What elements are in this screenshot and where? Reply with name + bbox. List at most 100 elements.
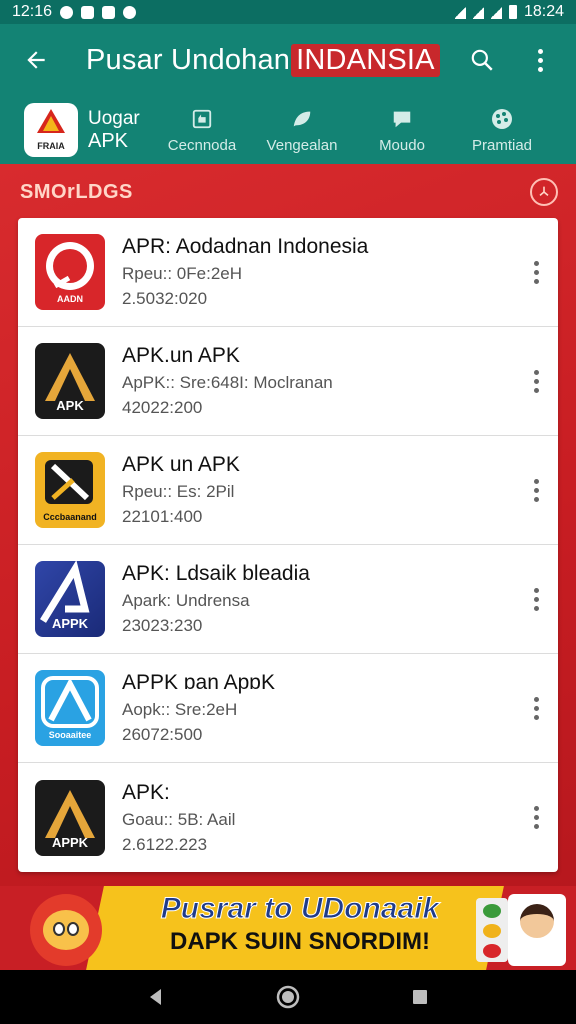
battery-icon — [508, 5, 517, 19]
more-vertical-icon — [533, 696, 539, 720]
palette-icon — [490, 107, 514, 131]
status-time-left: 12:16 — [12, 3, 53, 20]
page-title: Pusar Undohan INDANSIA — [86, 43, 440, 77]
brand-name: Uogar APK — [88, 108, 140, 152]
nav-home-button[interactable] — [266, 975, 310, 1019]
category-tab-pramtiad[interactable]: Pramtiad — [452, 107, 552, 154]
title-main: Pusar Undohan — [86, 43, 291, 76]
banner-headline: Pusrar to UDonaaik — [160, 892, 440, 926]
nav-recents-button[interactable] — [398, 975, 442, 1019]
banner-subline: DAPK SUIN SNORDIM! — [169, 928, 430, 955]
triangle-back-icon — [150, 989, 161, 1005]
app-icon: Cccbaanand — [35, 452, 105, 528]
back-button[interactable] — [14, 38, 58, 82]
list-item[interactable]: APPK APK: Ldsaik bleadia Apark: Undrensa… — [18, 545, 558, 654]
search-icon — [471, 49, 493, 71]
more-vertical-icon — [537, 48, 543, 72]
app-icon-caption: APPK — [51, 834, 89, 850]
app-meta: 42022:200 — [122, 398, 203, 417]
app-subtitle: Rpeu:: Es: 2Pil — [122, 482, 235, 501]
app-icon-caption: APK — [56, 398, 84, 413]
list-item[interactable]: Sooaaitee APPK ɒan ApɒK Aopk:: Sre:2eH 2… — [18, 654, 558, 763]
signal-icon — [472, 5, 484, 19]
app-subtitle: Rpeu:: 0Fe:2eH — [122, 264, 243, 283]
app-icon-caption: Cccbaanand — [43, 512, 97, 522]
more-vertical-icon — [533, 587, 539, 611]
brand-line2: APK — [88, 130, 129, 152]
brand-logo-text: FRAIA — [37, 141, 65, 151]
more-vertical-icon — [533, 369, 539, 393]
app-meta: 23023:230 — [122, 616, 203, 635]
app-title: APPK ɒan ApɒK — [122, 671, 275, 694]
wifi-icon — [454, 5, 466, 19]
app-icon: APPK — [35, 561, 105, 637]
settings-icon — [123, 5, 137, 19]
section-header: SMOrLDGS — [0, 164, 576, 220]
more-vertical-icon — [533, 478, 539, 502]
item-menu-button[interactable] — [526, 254, 546, 290]
app-title: APK: Ldsaik bleadia — [122, 562, 310, 585]
list-item[interactable]: AADN APR: Aodadnan Indonesia Rpeu:: 0Fe:… — [18, 218, 558, 327]
compass-icon — [539, 186, 549, 196]
app-icon-caption: APPK — [51, 616, 89, 631]
app-icon-caption: AADN — [57, 294, 83, 304]
category-label: Cecnnoda — [167, 136, 237, 154]
app-meta: 26072:500 — [122, 725, 203, 744]
section-title: SMOrLDGS — [20, 180, 133, 203]
app-title: APK: — [122, 780, 170, 804]
item-menu-button[interactable] — [526, 472, 546, 508]
app-icon-caption: Sooaaitee — [48, 730, 92, 740]
section-action-button[interactable] — [530, 178, 558, 206]
home-circle-icon — [276, 985, 300, 1009]
list-item[interactable]: Cccbaanand APK un APK Rpeu:: Es: 2Pil 22… — [18, 436, 558, 545]
app-bar: Pusar Undohan INDANSIA FRAIA Uogar APK Ce… — [0, 24, 576, 164]
app-meta: 2.6122.223 — [122, 834, 208, 854]
fruit-illustration — [476, 898, 508, 962]
app-icon: APPK — [35, 779, 105, 856]
app-subtitle: ApPK:: Sre:648I: Moclranan — [122, 373, 333, 392]
brand-line1: Uogar — [88, 108, 140, 129]
list-item[interactable]: APPK APK: Goau:: 5B: Aail 2.6122.223 — [18, 763, 558, 872]
status-time-right: 18:24 — [523, 3, 564, 20]
speech-bubble-icon — [390, 107, 414, 131]
notification-icon — [60, 5, 74, 19]
app-subtitle: Goau:: 5B: Aail — [122, 809, 236, 829]
signal-2-icon — [490, 5, 502, 19]
main-content: SMOrLDGS AADN APR: Aodadnan Indonesia Rp… — [0, 164, 576, 886]
mascot-illustration — [30, 894, 102, 966]
back-arrow-icon — [27, 51, 45, 69]
app-meta: 22101:400 — [122, 507, 203, 526]
more-vertical-icon — [533, 260, 539, 284]
child-illustration — [508, 894, 566, 966]
brand-logo[interactable]: FRAIA — [24, 103, 78, 157]
promo-banner[interactable]: Pusrar to UDonaaik DAPK SUIN SNORDIM! — [0, 886, 576, 970]
message-icon — [102, 5, 116, 19]
app-list: AADN APR: Aodadnan Indonesia Rpeu:: 0Fe:… — [18, 218, 558, 872]
status-bar: 12:16 18:24 — [0, 0, 576, 24]
square-recents-icon — [413, 990, 427, 1004]
title-highlight: INDANSIA — [291, 43, 440, 77]
category-label: Moudo — [379, 136, 425, 154]
item-menu-button[interactable] — [526, 800, 546, 836]
app-title: APK un APK — [122, 453, 240, 476]
more-vertical-icon — [533, 806, 539, 829]
category-tab-moudo[interactable]: Moudo — [352, 107, 452, 154]
nav-back-button[interactable] — [134, 975, 178, 1019]
category-tabs: Cecnnoda Vengealan Moudo Pramtiad — [152, 107, 552, 154]
category-tab-vengealan[interactable]: Vengealan — [252, 107, 352, 154]
category-tab-cecnnoda[interactable]: Cecnnoda — [152, 107, 252, 154]
app-icon: Sooaaitee — [35, 670, 105, 746]
app-icon: AADN — [35, 234, 105, 310]
overflow-menu-button[interactable] — [518, 38, 562, 82]
item-menu-button[interactable] — [526, 690, 546, 726]
app-subtitle: Apark: Undrensa — [122, 591, 250, 610]
leaf-icon — [290, 107, 314, 131]
app-icon: APK — [35, 343, 105, 419]
mail-icon — [81, 5, 95, 19]
item-menu-button[interactable] — [526, 581, 546, 617]
search-button[interactable] — [460, 38, 504, 82]
list-item[interactable]: APK APK.un APK ApPK:: Sre:648I: Moclrana… — [18, 327, 558, 436]
app-title: APR: Aodadnan Indonesia — [122, 235, 369, 258]
system-nav-bar — [0, 970, 576, 1024]
item-menu-button[interactable] — [526, 363, 546, 399]
